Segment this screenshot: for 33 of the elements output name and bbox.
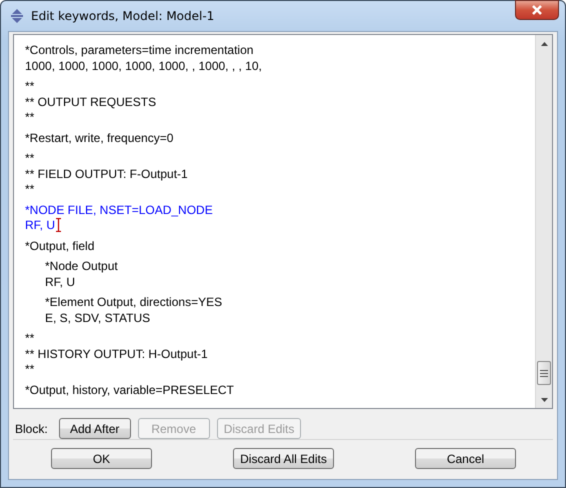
keyword-line: **: [25, 331, 34, 346]
app-icon: [9, 8, 25, 24]
keyword-line: **: [25, 362, 34, 378]
keyword-line: **: [25, 151, 34, 166]
block-button[interactable]: Add After: [58, 418, 131, 439]
keyword-line: RF, U: [25, 218, 61, 234]
dialog-button[interactable]: Cancel: [415, 448, 516, 469]
keyword-line: RF, U: [45, 274, 75, 290]
keyword-line: *Element Output, directions=YES: [45, 295, 222, 310]
block-label: Block:: [15, 422, 48, 436]
close-icon: [530, 4, 544, 16]
keyword-line: ** OUTPUT REQUESTS: [25, 94, 156, 110]
dialog-button[interactable]: Discard All Edits: [233, 448, 334, 469]
scroll-down-icon[interactable]: [540, 398, 548, 402]
keyword-line: **: [25, 110, 34, 126]
dialog-button[interactable]: OK: [51, 448, 152, 469]
keyword-line: **: [25, 182, 34, 198]
keyword-line: *Restart, write, frequency=0: [25, 130, 174, 146]
keyword-line: **: [25, 79, 34, 94]
keyword-line: *Output, history, variable=PRESELECT: [25, 382, 234, 398]
keyword-line: ** HISTORY OUTPUT: H-Output-1: [25, 346, 208, 362]
keyword-line: ** FIELD OUTPUT: F-Output-1: [25, 166, 188, 182]
keyword-line: *Output, field: [25, 238, 94, 254]
scrollbar[interactable]: [535, 35, 552, 408]
scroll-thumb[interactable]: [537, 361, 551, 385]
keyword-line: 1000, 1000, 1000, 1000, 1000, , 1000, , , 10,: [25, 58, 262, 74]
keyword-line: *NODE FILE, NSET=LOAD_NODE: [25, 202, 213, 218]
keyword-line: E, S, SDV, STATUS: [45, 310, 150, 326]
scroll-up-icon[interactable]: [540, 42, 548, 46]
window-title: Edit keywords, Model: Model-1: [31, 9, 214, 23]
close-button[interactable]: [515, 0, 559, 20]
keyword-line: *Controls, parameters=time incrementation: [25, 43, 254, 58]
keyword-line: *Node Output: [45, 259, 118, 274]
